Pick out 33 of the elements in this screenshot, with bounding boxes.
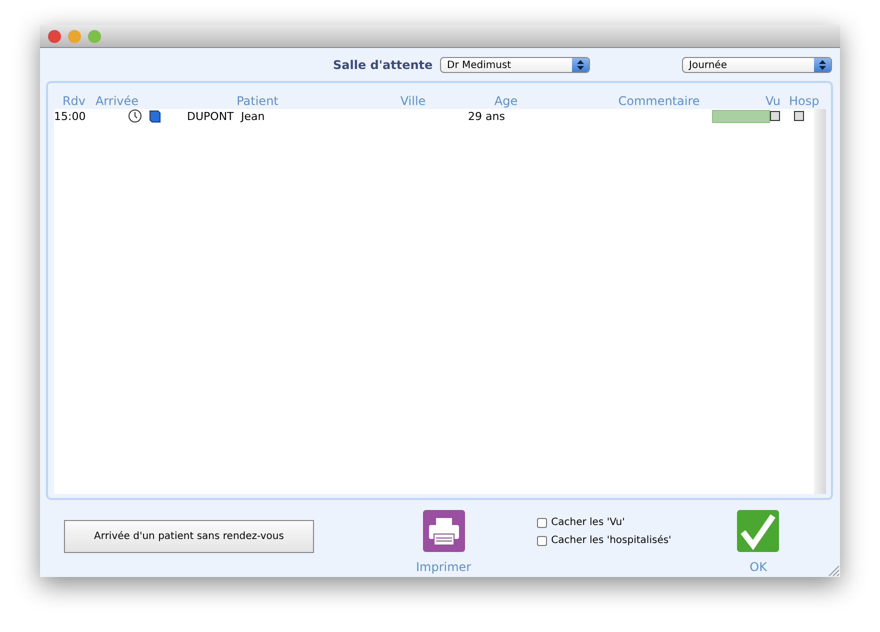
option-checkbox[interactable]: [537, 536, 548, 546]
printer-icon: [422, 510, 465, 552]
checkmark-icon: [737, 510, 780, 552]
column-header[interactable]: Ville: [375, 94, 451, 108]
close-button[interactable]: [48, 30, 61, 42]
column-header[interactable]: Hosp: [789, 94, 819, 108]
doctor-select[interactable]: Dr Medimust: [440, 57, 590, 73]
column-header[interactable]: Arrivée: [94, 94, 140, 108]
patient-age: 29 ans: [468, 110, 506, 122]
appointment-time: 15:00: [54, 110, 87, 122]
seen-checkbox[interactable]: [770, 111, 780, 121]
print-button[interactable]: Imprimer: [416, 510, 472, 574]
ok-button[interactable]: OK: [737, 510, 780, 574]
option-label: Cacher les 'hospitalisés': [551, 535, 672, 546]
period-select[interactable]: Journée: [682, 57, 832, 73]
column-header[interactable]: Rdv: [54, 94, 94, 108]
patient-last-name: DUPONT: [187, 110, 235, 122]
book-icon[interactable]: [149, 110, 161, 122]
dropdown-arrows-icon: [814, 58, 831, 72]
hospitalized-checkbox[interactable]: [794, 111, 804, 121]
walk-in-button[interactable]: Arrivée d'un patient sans rendez-vous: [64, 520, 314, 553]
patient-first-name: Jean: [241, 110, 266, 122]
option-checkbox[interactable]: [537, 518, 548, 528]
option-label: Cacher les 'Vu': [551, 517, 625, 528]
column-header[interactable]: Age: [451, 94, 561, 108]
column-header[interactable]: Vu: [757, 94, 789, 108]
column-header[interactable]: Patient: [140, 94, 375, 108]
dropdown-arrows-icon: [572, 58, 589, 72]
column-header[interactable]: Commentaire: [561, 94, 757, 108]
waiting-room-label: Salle d'attente: [333, 58, 434, 72]
clock-icon[interactable]: [128, 109, 142, 123]
scrollbar[interactable]: [814, 109, 826, 494]
resize-grip-icon[interactable]: [826, 563, 840, 577]
